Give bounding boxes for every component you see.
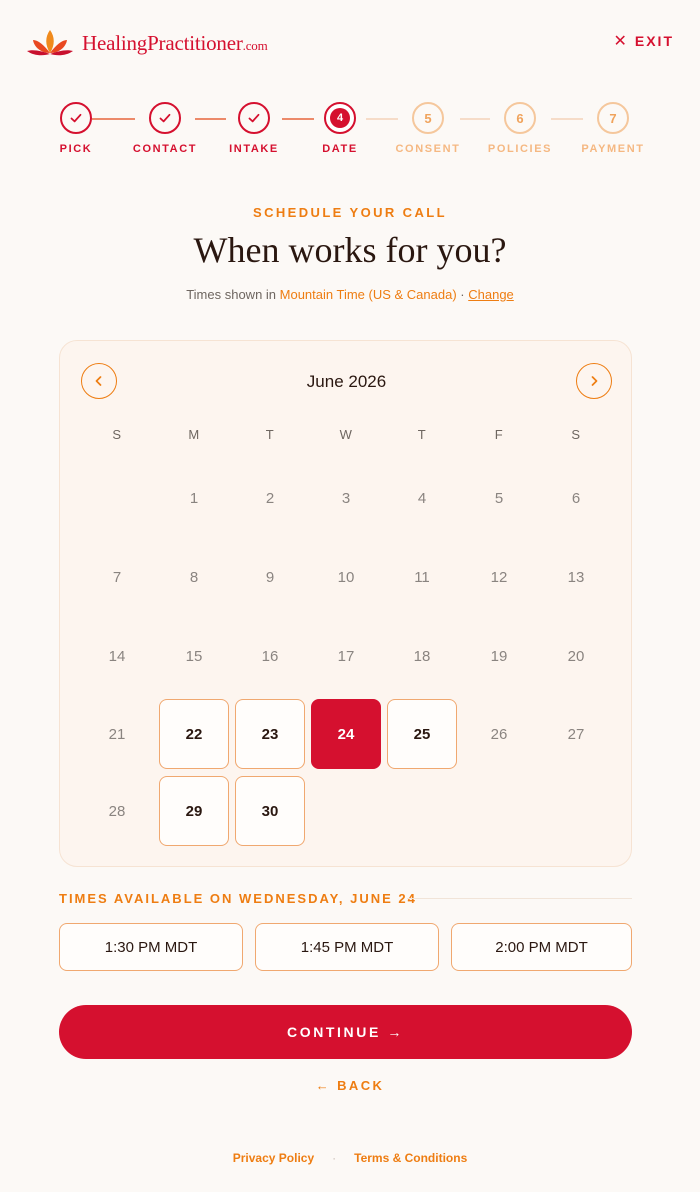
timezone-note: Times shown in Mountain Time (US & Canad… [0, 287, 700, 302]
continue-button[interactable]: CONTINUE → [59, 1005, 632, 1059]
check-icon [60, 102, 92, 134]
step-number: 4 [330, 108, 350, 128]
step-intake[interactable]: INTAKE [204, 100, 304, 155]
month-label: June 2026 [306, 372, 387, 391]
calendar-day: 14 [108, 647, 126, 665]
calendar-day: 18 [413, 647, 431, 665]
step-number: 5 [412, 102, 444, 134]
time-slot-button[interactable]: 1:45 PM MDT [255, 923, 439, 971]
logo[interactable]: HealingPractitioner.com [26, 28, 268, 58]
weekday-label: T [265, 427, 275, 442]
step-label: PAYMENT [581, 143, 645, 155]
progress-stepper: PICK CONTACT INTAKE 4 DATE 5 CONSENT 6 P… [0, 100, 700, 160]
calendar-day: 4 [417, 489, 427, 507]
calendar-day-available[interactable]: 30 [235, 776, 305, 846]
header: HealingPractitioner.com ✕ EXIT [0, 0, 700, 80]
check-icon [149, 102, 181, 134]
page-title: When works for you? [193, 230, 507, 270]
calendar-day: 26 [490, 725, 508, 743]
calendar-day-selected[interactable]: 24 [311, 699, 381, 769]
calendar-day: 2 [265, 489, 275, 507]
calendar: June 2026 SMTWTFS 1 2 3 4 5 6 7 8 9 10 11 12 13 14 15 1… [59, 340, 632, 867]
calendar-day-available[interactable]: 25 [387, 699, 457, 769]
calendar-day: 12 [490, 568, 508, 586]
weekday-label: M [188, 427, 200, 442]
step-label: CONTACT [132, 143, 198, 155]
step-label: DATE [322, 143, 358, 155]
step-date: 4 DATE [290, 100, 390, 155]
step-pick[interactable]: PICK [26, 100, 126, 155]
back-button[interactable]: ← BACK [0, 1078, 700, 1093]
footer-separator: · [332, 1151, 337, 1165]
calendar-day-available[interactable]: 29 [159, 776, 229, 846]
calendar-day: 11 [414, 568, 430, 586]
step-payment: 7 PAYMENT [563, 100, 663, 155]
check-icon [238, 102, 270, 134]
calendar-day: 3 [341, 489, 351, 507]
calendar-day: 27 [567, 725, 585, 743]
calendar-day: 17 [337, 647, 355, 665]
calendar-day: 13 [567, 568, 585, 586]
step-number-badge: 4 [324, 102, 356, 134]
calendar-day: 28 [108, 802, 126, 820]
calendar-day: 19 [490, 647, 508, 665]
weekday-label: W [339, 427, 353, 442]
step-number: 7 [597, 102, 629, 134]
weekday-label: S [571, 427, 581, 442]
calendar-day-available[interactable]: 22 [159, 699, 229, 769]
change-timezone-link[interactable]: Change [468, 287, 514, 302]
timezone-separator: · [456, 287, 469, 302]
calendar-day: 7 [112, 568, 122, 586]
terms-conditions-link[interactable]: Terms & Conditions [354, 1151, 467, 1165]
calendar-day: 9 [265, 568, 275, 586]
time-slot-button[interactable]: 2:00 PM MDT [451, 923, 632, 971]
step-label: INTAKE [229, 143, 279, 155]
weekday-label: S [112, 427, 122, 442]
weekday-label: T [417, 427, 427, 442]
calendar-day: 20 [567, 647, 585, 665]
logo-domain-suffix: .com [242, 37, 268, 53]
section-eyebrow: SCHEDULE YOUR CALL [253, 205, 447, 220]
exit-label: EXIT [634, 33, 674, 49]
next-month-button[interactable] [576, 363, 612, 399]
time-slot-button[interactable]: 1:30 PM MDT [59, 923, 243, 971]
step-contact[interactable]: CONTACT [115, 100, 215, 155]
step-consent: 5 CONSENT [378, 100, 478, 155]
step-label: CONSENT [395, 143, 461, 155]
step-label: PICK [59, 143, 93, 155]
calendar-day: 15 [185, 647, 203, 665]
calendar-day-available[interactable]: 23 [235, 699, 305, 769]
privacy-policy-link[interactable]: Privacy Policy [233, 1151, 314, 1165]
calendar-day: 1 [189, 489, 199, 507]
exit-button[interactable]: ✕ EXIT [613, 31, 674, 51]
calendar-day: 16 [261, 647, 279, 665]
logo-wordmark: HealingPractitioner [82, 30, 243, 55]
calendar-day: 10 [337, 568, 355, 586]
timezone-prefix: Times shown in [186, 287, 280, 302]
step-label: POLICIES [487, 143, 553, 155]
close-icon: ✕ [613, 33, 627, 50]
lotus-logo-icon [27, 30, 73, 56]
divider [407, 898, 632, 899]
footer: Privacy Policy · Terms & Conditions [0, 1151, 700, 1165]
step-policies: 6 POLICIES [470, 100, 570, 155]
times-heading: TIMES AVAILABLE ON WEDNESDAY, JUNE 24 [59, 891, 417, 906]
timezone-name: Mountain Time (US & Canada) [279, 287, 457, 302]
step-number: 6 [504, 102, 536, 134]
calendar-day: 6 [571, 489, 581, 507]
chevron-right-icon [591, 376, 598, 386]
weekday-label: F [494, 427, 504, 442]
calendar-day: 5 [494, 489, 504, 507]
calendar-day: 21 [108, 725, 126, 743]
calendar-day: 8 [189, 568, 199, 586]
